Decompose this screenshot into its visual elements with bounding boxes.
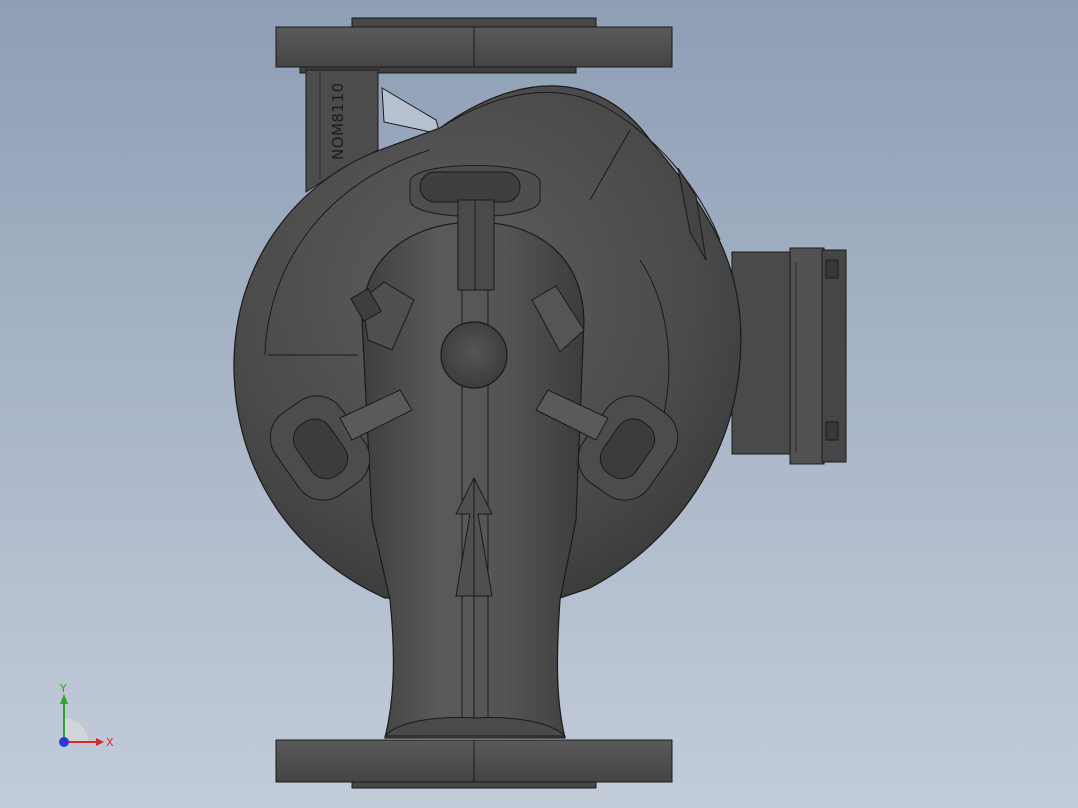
center-bore[interactable] — [440, 321, 508, 389]
side-port-box[interactable] — [731, 247, 847, 465]
x-axis-arrow — [96, 738, 104, 746]
pump-housing-model[interactable]: NOM8110 — [0, 0, 1078, 808]
top-flange[interactable] — [275, 17, 673, 74]
z-axis-dot — [59, 737, 69, 747]
axis-triad[interactable]: Y X — [40, 680, 130, 760]
cast-part-number: NOM8110 — [329, 82, 347, 160]
y-axis-label: Y — [59, 682, 67, 695]
xy-plane-indicator — [64, 718, 88, 742]
graphics-viewport[interactable]: NOM8110 Y X — [0, 0, 1078, 808]
y-axis-arrow — [60, 694, 68, 704]
bottom-flange[interactable] — [275, 717, 673, 789]
x-axis-label: X — [106, 736, 114, 749]
